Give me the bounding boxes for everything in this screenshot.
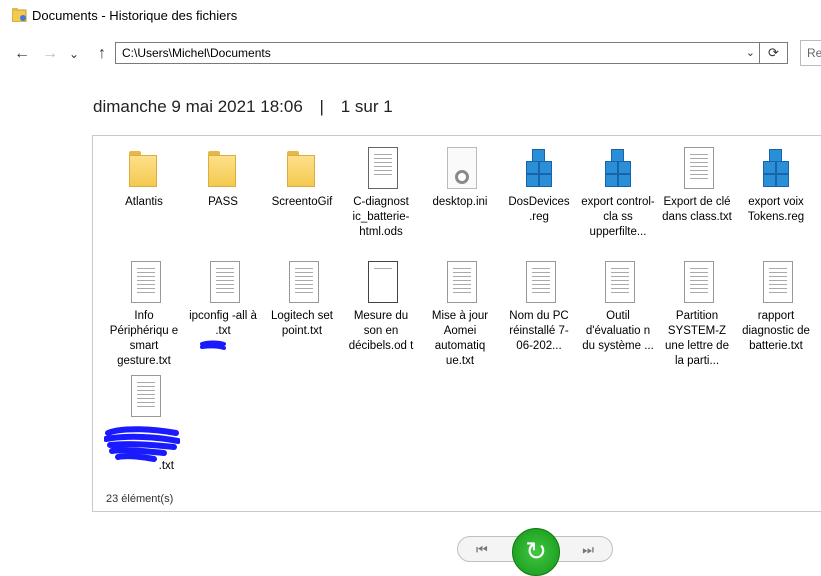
- file-item[interactable]: C-diagnost ic_batterie- html.ods: [343, 147, 419, 240]
- arrow-left-icon: ←: [14, 45, 30, 62]
- file-name: Partition SYSTEM-Z une lettre de la part…: [665, 310, 729, 367]
- settings-file-icon: [443, 147, 477, 191]
- file-item[interactable]: ScreentoGif: [264, 147, 340, 210]
- file-item[interactable]: PASS: [185, 147, 261, 210]
- file-item[interactable]: Export de clé dans class.txt: [659, 147, 735, 225]
- page-info: 1 sur 1: [340, 97, 393, 116]
- text-file-icon: [127, 375, 161, 419]
- file-name: Outil d'évaluatio n du système ...: [582, 310, 654, 352]
- previous-version-button[interactable]: ⏮: [476, 542, 488, 558]
- file-name: rapport diagnostic de batterie.txt: [742, 310, 810, 352]
- file-name: export voix Tokens.reg: [747, 196, 805, 223]
- search-placeholder: Re: [807, 46, 821, 60]
- chevron-down-icon: ⌄: [68, 47, 80, 61]
- file-item[interactable]: Logitech set point.txt: [264, 261, 340, 339]
- text-file-icon: [127, 261, 161, 305]
- text-file-icon: [680, 147, 714, 191]
- file-name: ScreentoGif: [271, 196, 333, 208]
- refresh-button[interactable]: ⟳: [760, 42, 788, 64]
- file-item[interactable]: DosDevices .reg: [501, 147, 577, 225]
- file-history-icon: [12, 8, 27, 22]
- item-count: 23 élément(s): [106, 493, 174, 505]
- backup-header: dimanche 9 mai 2021 18:06 | 1 sur 1: [93, 97, 393, 117]
- arrow-up-icon: ↑: [98, 45, 106, 62]
- forward-button[interactable]: →: [40, 44, 60, 64]
- refresh-icon: ⟳: [768, 45, 779, 60]
- up-button[interactable]: ↑: [92, 44, 112, 64]
- file-item[interactable]: export voix Tokens.reg: [738, 147, 814, 225]
- file-name: Nom du PC réinstallé 7-06-202...: [509, 310, 569, 352]
- folder-icon: [206, 147, 240, 191]
- restore-icon: ↻: [525, 536, 547, 566]
- file-name: Info Périphériqu e smart gesture.txt: [109, 310, 179, 367]
- file-name: Logitech set point.txt: [270, 310, 333, 337]
- file-name: export control-cla ss upperfilte...: [581, 196, 655, 238]
- address-text[interactable]: C:\Users\Michel\Documents: [122, 46, 271, 60]
- text-file-icon: [522, 261, 556, 305]
- header-separator: |: [319, 97, 324, 116]
- file-name: DosDevices .reg: [508, 196, 570, 223]
- file-item[interactable]: Outil d'évaluatio n du système ...: [580, 261, 656, 354]
- file-item[interactable]: Atlantis: [106, 147, 182, 210]
- file-name: ipconfig -all à .txt: [189, 310, 257, 337]
- backup-date: dimanche 9 mai 2021 18:06: [93, 97, 303, 116]
- arrow-right-icon: →: [42, 45, 58, 62]
- file-name: Mise à jour Aomei automatiq ue.txt: [431, 310, 489, 367]
- restore-button[interactable]: ↻: [512, 528, 560, 576]
- back-button[interactable]: ←: [12, 44, 32, 64]
- skip-previous-icon: ⏮: [476, 542, 488, 557]
- file-item[interactable]: Mesure du son en décibels.od t: [343, 261, 419, 354]
- text-file-icon: [206, 261, 240, 305]
- file-item[interactable]: desktop.ini: [422, 147, 498, 210]
- text-file-icon: [680, 261, 714, 305]
- file-item[interactable]: rapport diagnostic de batterie.txt: [738, 261, 814, 354]
- file-name: Export de clé dans class.txt: [662, 196, 732, 223]
- skip-next-icon: ⏭: [582, 542, 594, 557]
- document-file-icon: [364, 261, 398, 305]
- registry-file-icon: [601, 147, 635, 191]
- file-item[interactable]: Nom du PC réinstallé 7-06-202...: [501, 261, 577, 354]
- text-file-icon: [443, 261, 477, 305]
- text-file-icon: [601, 261, 635, 305]
- file-item[interactable]: Mise à jour Aomei automatiq ue.txt: [422, 261, 498, 369]
- address-dropdown-icon[interactable]: ⌄: [746, 46, 755, 59]
- address-bar[interactable]: C:\Users\Michel\Documents ⌄: [115, 42, 760, 64]
- file-item[interactable]: Partition SYSTEM-Z une lettre de la part…: [659, 261, 735, 369]
- text-file-icon: [759, 261, 793, 305]
- recent-locations-button[interactable]: ⌄: [64, 44, 84, 64]
- redaction-scribble: [200, 340, 226, 350]
- file-item[interactable]: ipconfig -all à .txt: [185, 261, 261, 339]
- window-title: Documents - Historique des fichiers: [32, 8, 238, 23]
- file-name: C-diagnost ic_batterie- html.ods: [352, 196, 410, 238]
- redaction-scribble: [104, 426, 180, 462]
- file-name: Atlantis: [125, 196, 163, 208]
- folder-icon: [285, 147, 319, 191]
- search-input[interactable]: Re: [800, 40, 821, 66]
- file-name: PASS: [208, 196, 238, 208]
- file-item[interactable]: Info Périphériqu e smart gesture.txt: [106, 261, 182, 369]
- file-item[interactable]: export control-cla ss upperfilte...: [580, 147, 656, 240]
- spreadsheet-file-icon: [364, 147, 398, 191]
- file-name: desktop.ini: [432, 196, 488, 208]
- registry-file-icon: [759, 147, 793, 191]
- text-file-icon: [285, 261, 319, 305]
- registry-file-icon: [522, 147, 556, 191]
- folder-icon: [127, 147, 161, 191]
- file-name: Mesure du son en décibels.od t: [348, 310, 414, 352]
- next-version-button[interactable]: ⏭: [582, 542, 594, 558]
- title-bar: Documents - Historique des fichiers: [0, 0, 821, 32]
